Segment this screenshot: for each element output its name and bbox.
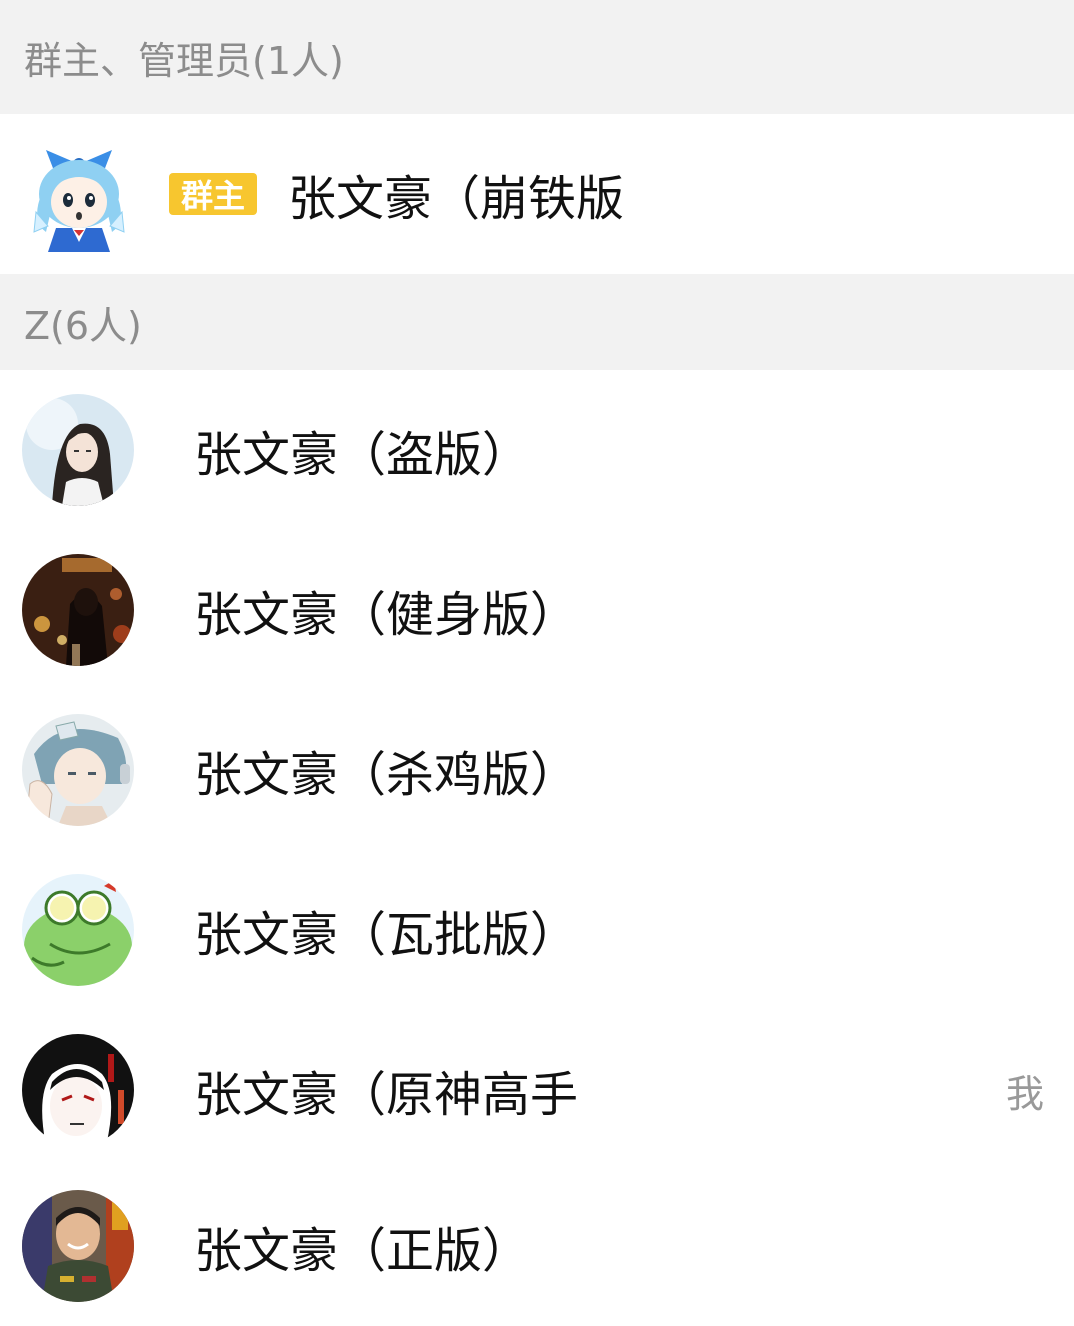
- section-header-admins: 群主、管理员(1人): [0, 0, 1074, 114]
- member-name: 张文豪（正版）: [194, 1223, 531, 1279]
- manga-girl-avatar-icon[interactable]: [22, 1034, 134, 1146]
- member-row[interactable]: 张文豪（原神高手 我: [0, 1010, 1074, 1170]
- section-header-label: Z(6人): [24, 303, 142, 348]
- cirno-avatar-icon[interactable]: [26, 136, 132, 252]
- member-list-page: 群主、管理员(1人) 群主 张文豪（崩铁版 Z(6人) 张文豪（盗版） 张文豪（…: [0, 0, 1074, 1326]
- section-header-label: 群主、管理员(1人): [24, 38, 344, 83]
- member-name: 张文豪（杀鸡版）: [194, 747, 579, 803]
- owner-badge: 群主: [169, 173, 257, 215]
- self-tag: 我: [1005, 1071, 1044, 1116]
- member-row[interactable]: 张文豪（健身版）: [0, 530, 1074, 690]
- member-row[interactable]: 张文豪（盗版）: [0, 370, 1074, 530]
- soldier-avatar-icon[interactable]: [22, 1190, 134, 1302]
- member-row-owner[interactable]: 群主 张文豪（崩铁版: [0, 114, 1074, 274]
- member-name: 张文豪（原神高手: [194, 1067, 579, 1123]
- longhair-character-avatar-icon[interactable]: [22, 394, 134, 506]
- frog-avatar-icon[interactable]: [22, 874, 134, 986]
- section-header-z: Z(6人): [0, 274, 1074, 370]
- night-street-avatar-icon[interactable]: [22, 554, 134, 666]
- member-name: 张文豪（崩铁版: [288, 171, 625, 227]
- member-name: 张文豪（瓦批版）: [194, 907, 579, 963]
- member-row[interactable]: 张文豪（正版）: [0, 1166, 1074, 1326]
- member-name: 张文豪（健身版）: [194, 587, 579, 643]
- member-row[interactable]: 张文豪（瓦批版）: [0, 850, 1074, 1010]
- member-name: 张文豪（盗版）: [194, 427, 531, 483]
- member-row[interactable]: 张文豪（杀鸡版）: [0, 690, 1074, 850]
- anime-boy-avatar-icon[interactable]: [22, 714, 134, 826]
